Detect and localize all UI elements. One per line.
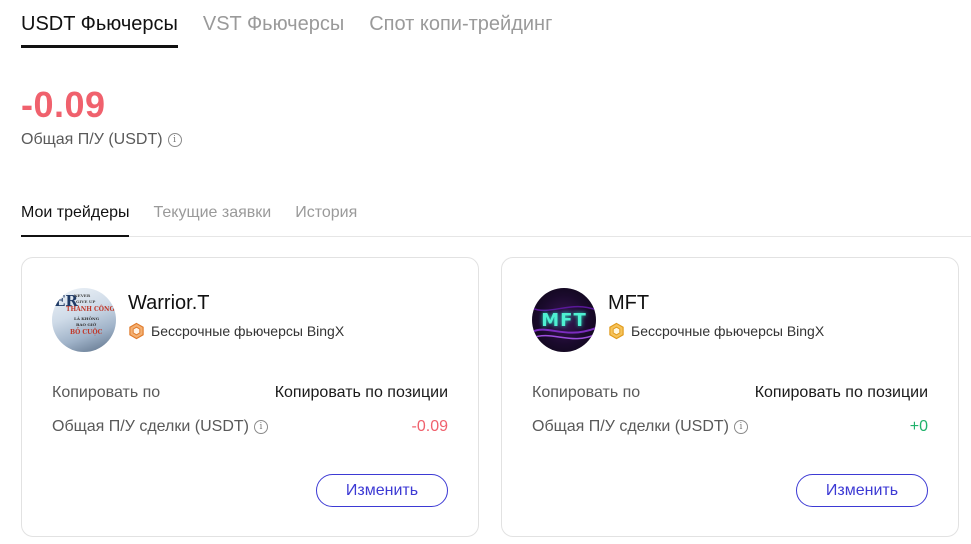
- trade-pnl-value: +0: [909, 418, 928, 435]
- avatar-text: THÀNH CÔNG: [66, 306, 115, 313]
- trade-pnl-label-wrap: Общая П/У сделки (USDT) i: [532, 418, 748, 436]
- trade-pnl-value: -0.09: [411, 418, 448, 435]
- trader-card: ER NEVER GIVE UP THÀNH CÔNG LÀ KHÔNG BAO…: [21, 257, 479, 537]
- trader-badge: Бессрочные фьючерсы BingX: [608, 322, 824, 340]
- info-icon[interactable]: i: [253, 420, 268, 434]
- tab-vst-futures[interactable]: VST Фьючерсы: [203, 0, 344, 48]
- avatar-text: GIVE UP: [76, 299, 96, 304]
- trade-pnl-row: Общая П/У сделки (USDT) i -0.09: [52, 418, 448, 436]
- tab-current-orders[interactable]: Текущие заявки: [153, 190, 271, 236]
- tab-usdt-futures[interactable]: USDT Фьючерсы: [21, 0, 178, 48]
- badge-label: Бессрочные фьючерсы BingX: [151, 323, 345, 339]
- badge-label: Бессрочные фьючерсы BingX: [631, 323, 825, 339]
- total-pnl-value: -0.09: [21, 84, 106, 125]
- avatar-text: LÀ KHÔNG: [74, 316, 100, 321]
- copy-by-value: Копировать по позиции: [754, 384, 928, 401]
- tab-history[interactable]: История: [295, 190, 357, 236]
- trader-name[interactable]: MFT: [608, 292, 649, 315]
- avatar-text: NEVER: [74, 293, 91, 298]
- copy-by-row: Копировать по Копировать по позиции: [52, 384, 448, 402]
- trader-name[interactable]: Warrior.T: [128, 292, 209, 315]
- copy-tabs: Мои трейдеры Текущие заявки История: [21, 190, 971, 237]
- hexagon-badge-icon: [129, 322, 144, 340]
- avatar-text: MFT: [541, 309, 587, 331]
- copy-by-value: Копировать по позиции: [274, 384, 448, 401]
- hexagon-badge-icon: [609, 322, 624, 340]
- trader-avatar[interactable]: MFT: [532, 288, 596, 352]
- total-pnl-label: Общая П/У (USDT): [21, 131, 163, 148]
- avatar-text: BỎ CUỘC: [70, 329, 103, 336]
- total-pnl-label-row: Общая П/У (USDT) i: [21, 131, 182, 149]
- trade-pnl-row: Общая П/У сделки (USDT) i +0: [532, 418, 928, 436]
- edit-button[interactable]: Изменить: [316, 474, 448, 507]
- info-icon[interactable]: i: [733, 420, 748, 434]
- tab-spot-copy-trading[interactable]: Спот копи-трейдинг: [369, 0, 552, 48]
- trader-avatar[interactable]: ER NEVER GIVE UP THÀNH CÔNG LÀ KHÔNG BAO…: [52, 288, 116, 352]
- trade-pnl-label: Общая П/У сделки (USDT): [532, 418, 729, 435]
- edit-button[interactable]: Изменить: [796, 474, 928, 507]
- copy-by-label: Копировать по: [52, 384, 161, 401]
- copy-by-row: Копировать по Копировать по позиции: [532, 384, 928, 402]
- tab-my-traders[interactable]: Мои трейдеры: [21, 190, 130, 237]
- trader-card: MFT MFT Бессрочные фьючерсы BingX Копиро…: [501, 257, 959, 537]
- trader-badge: Бессрочные фьючерсы BingX: [128, 322, 344, 340]
- trade-pnl-label-wrap: Общая П/У сделки (USDT) i: [52, 418, 268, 436]
- copy-by-label: Копировать по: [532, 384, 641, 401]
- avatar-text: BAO GIỜ: [76, 322, 97, 327]
- info-icon[interactable]: i: [167, 133, 182, 147]
- trade-pnl-label: Общая П/У сделки (USDT): [52, 418, 249, 435]
- market-tabs: USDT Фьючерсы VST Фьючерсы Спот копи-тре…: [21, 0, 577, 48]
